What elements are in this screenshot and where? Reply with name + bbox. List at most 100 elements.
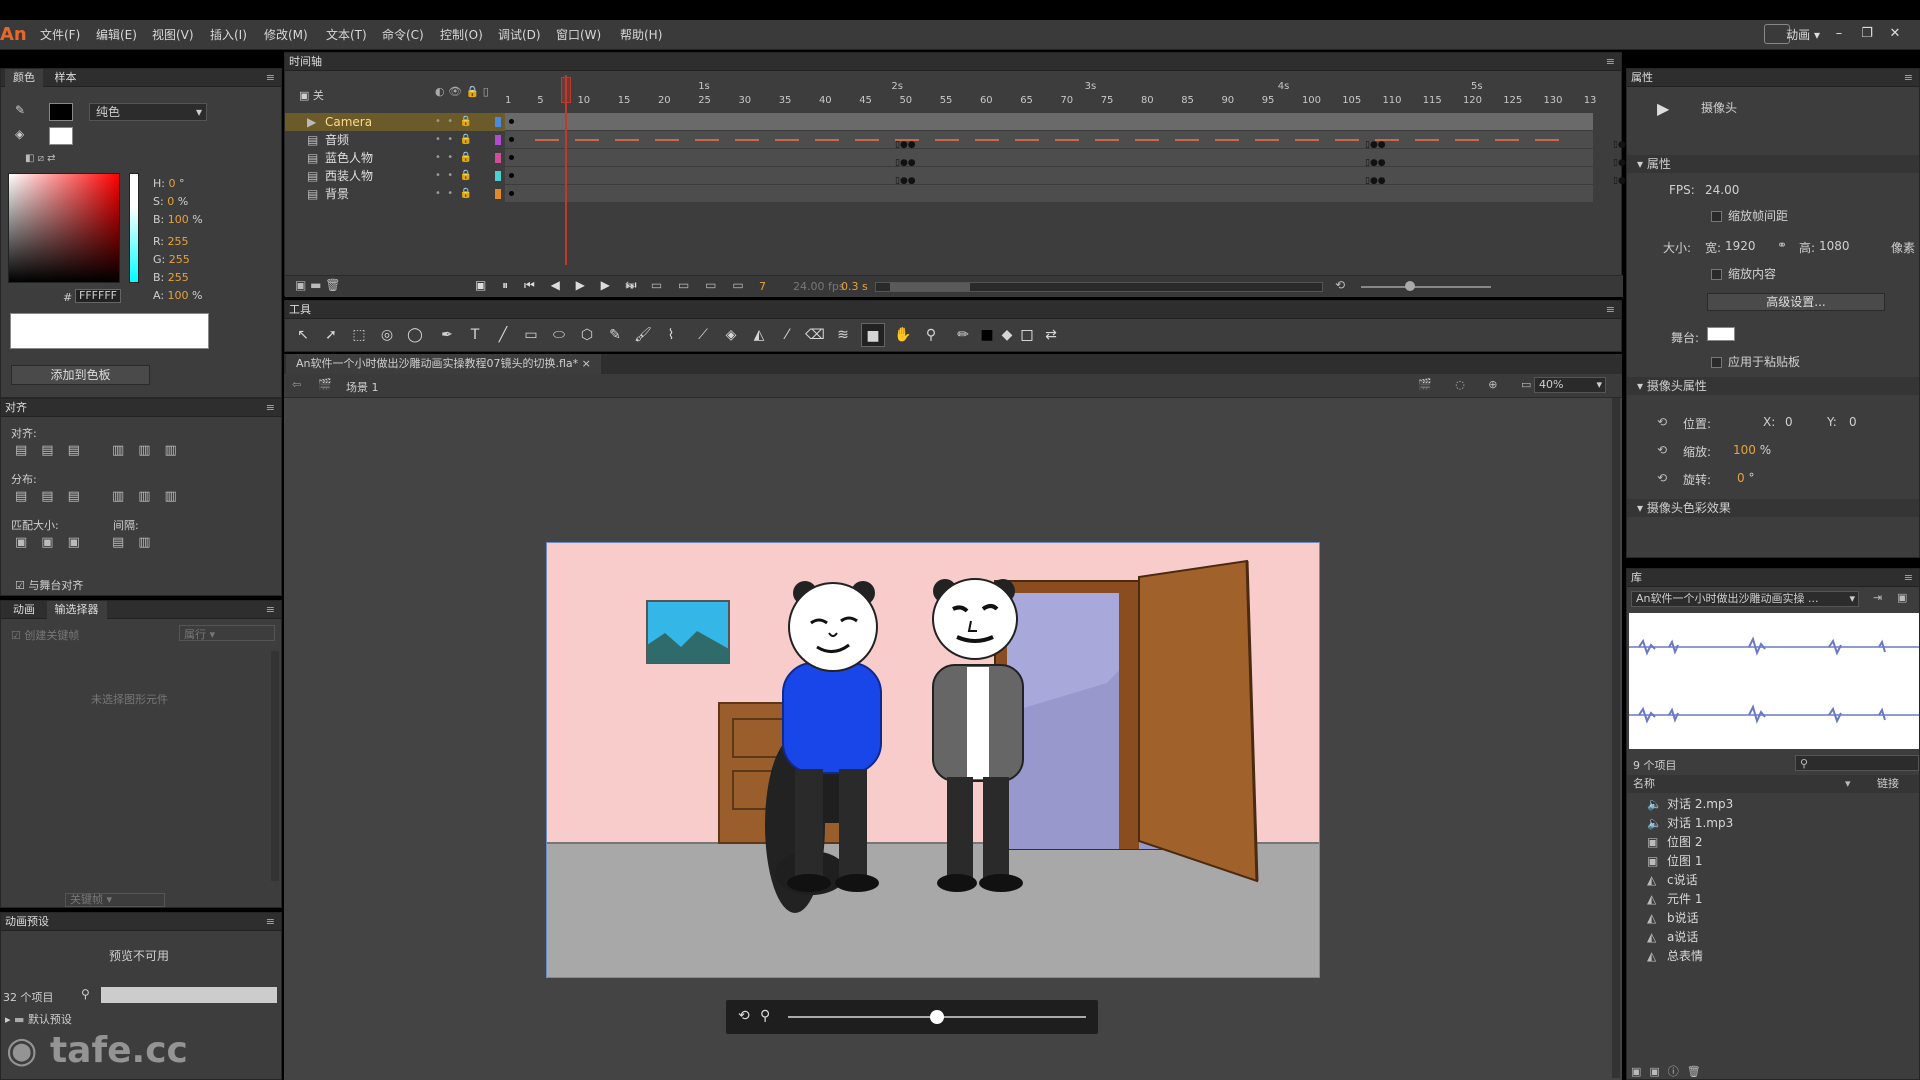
layer-flags[interactable]: • • 🔒 [435,149,472,167]
fill-color-swatch[interactable] [49,127,73,145]
advanced-settings-button[interactable]: 高级设置... [1707,293,1885,311]
tab-motion[interactable]: 动画 [5,601,43,619]
library-item[interactable]: ◭ 元件 1 [1647,890,1702,909]
reset-camera-icon[interactable]: ⟲ [738,1008,750,1024]
fill-bucket-icon[interactable]: ◈ [15,127,37,145]
rotate-value[interactable]: 0 ° [1737,471,1754,485]
menu-item-3[interactable]: 插入(I) [210,20,247,50]
workspace-switcher[interactable]: 动画 ▾ [1786,20,1820,50]
camera-tool-icon[interactable]: ■ [861,323,885,347]
pin-icon[interactable]: ⇥ [1873,591,1882,604]
camera-color-section[interactable]: ▾ 摄像头色彩效果 [1627,499,1919,517]
fps-display[interactable]: 24.00 fps [793,280,845,293]
free-transform-icon[interactable]: ⬚ [347,323,371,347]
3d-rotation-icon[interactable]: ◎ [375,323,399,347]
stroke-color-swatch[interactable] [49,103,73,121]
menu-item-1[interactable]: 编辑(E) [96,20,137,50]
layer-color-swatch[interactable] [495,171,501,181]
tab-close-icon[interactable]: × [582,357,591,370]
new-layer-icon[interactable]: ▣ ▬ 🗑 [295,278,341,292]
preset-search-input[interactable] [101,987,277,1003]
scale-content-checkbox[interactable]: 缩放内容 [1711,265,1776,282]
add-to-swatches-button[interactable]: 添加到色板 [11,365,150,385]
layer-name[interactable]: 背景 [325,185,349,203]
stage-align-checkbox[interactable]: ☑ 与舞台对齐 [15,577,83,593]
panel-menu-icon[interactable]: ≡ [1904,69,1913,87]
layer-name[interactable]: 西装人物 [325,167,373,185]
library-document-dropdown[interactable]: An软件一个小时做出沙雕动画实操 ... ▾ [1631,591,1859,607]
library-item[interactable]: 🔈 对话 1.mp3 [1647,814,1733,833]
panel-menu-icon[interactable]: ≡ [1606,301,1615,319]
panel-menu-icon[interactable]: ≡ [1606,53,1615,71]
col-link[interactable]: 链接 [1877,775,1899,793]
camera-props-section[interactable]: ▾ 摄像头属性 [1627,377,1919,395]
scene-name[interactable]: 场景 1 [346,379,379,395]
height-value[interactable]: 1080 [1819,239,1850,253]
brush-tool-icon[interactable]: 🖌 [631,323,655,347]
pencil-tool-icon[interactable]: ✎ [603,323,627,347]
layer-frames[interactable]: ▯●● ▯●● ▯●● [505,149,1634,168]
layer-row-camera[interactable]: ▶ Camera • • 🔒 [285,113,1593,131]
paint-brush-icon[interactable]: ⌇ [659,323,683,347]
close-icon[interactable]: ✕ [1884,24,1906,44]
eraser-tool-icon[interactable]: ⌫ [803,323,827,347]
panel-menu-icon[interactable]: ≡ [266,69,275,87]
layer-row-layer[interactable]: ▤ 背景 • • 🔒 [285,185,1593,203]
properties-section[interactable]: ▾ 属性 [1627,155,1919,173]
tab-filter[interactable]: 输选择器 [46,601,107,619]
library-item[interactable]: ◭ 总表情 [1647,947,1703,966]
reset-position-icon[interactable]: ⟲ [1657,415,1667,429]
zoom-tool-icon[interactable]: ⚲ [919,323,943,347]
library-item[interactable]: ◭ a说话 [1647,928,1698,947]
apply-pasteboard-checkbox[interactable]: 应用于粘贴板 [1711,353,1800,370]
hex-input[interactable]: FFFFFF [75,289,121,303]
selection-tool-icon[interactable]: ↖ [291,323,315,347]
hand-tool-icon[interactable]: ✋ [891,323,915,347]
panel-menu-icon[interactable]: ≡ [1904,569,1913,587]
reset-zoom-icon[interactable]: ⟲ [1657,443,1667,457]
bone-tool-icon[interactable]: ⟋ [691,323,715,347]
ink-bottle-icon[interactable]: ◭ [747,323,771,347]
minimize-icon[interactable]: – [1828,24,1850,44]
library-item[interactable]: ◭ b说话 [1647,909,1699,928]
loop-icon[interactable]: ⟲ [1335,278,1345,292]
zoom-value[interactable]: 100 % [1733,443,1771,457]
new-library-icon[interactable]: ▣ [1897,591,1907,604]
preset-folder[interactable]: ▸ ▬ 默认预设 [5,1011,72,1027]
link-icon[interactable]: ⚭ [1777,238,1787,252]
reset-rotation-icon[interactable]: ⟲ [1657,471,1667,485]
swap-colors-icon[interactable]: ⇄ [1039,323,1063,347]
document-tab[interactable]: An软件一个小时做出沙雕动画实操教程07镜头的切换.fla* × [286,354,601,374]
swap-colors-icon[interactable]: ◧ ⧄ ⇄ [25,153,56,164]
text-tool-icon[interactable]: T [463,323,487,347]
camera-zoom-icon[interactable]: ⚲ [760,1008,770,1024]
library-item[interactable]: ▣ 位图 2 [1647,833,1702,852]
stage-tools[interactable]: 🎬 ◌ ⊕ ▭ [1418,378,1541,391]
color-picker-field[interactable] [8,173,120,283]
menu-item-10[interactable]: 帮助(H) [620,20,662,50]
layer-frames[interactable]: ▯●● ▯●● ▯●● [505,131,1634,150]
menu-item-8[interactable]: 调试(D) [498,20,541,50]
menu-item-4[interactable]: 修改(M) [264,20,308,50]
keyframe-dropdown[interactable]: 关键帧 ▾ [65,893,165,907]
layer-row-layer[interactable]: ▤ 西装人物 • • 🔒 ▯●● ▯●● ▯●● [285,167,1634,186]
keyframe[interactable] [509,119,514,124]
match-size-buttons[interactable]: ▣▣▣ ▤▥ [15,535,165,550]
layer-frames[interactable] [505,113,1593,131]
layer-row-layer[interactable]: ▤ 蓝色人物 • • 🔒 ▯●● ▯●● ▯●● [285,149,1634,168]
camera-slider-knob[interactable] [930,1010,944,1024]
layer-color-swatch[interactable] [495,189,501,199]
layer-name[interactable]: 蓝色人物 [325,149,373,167]
layer-flags[interactable]: • • 🔒 [435,185,472,203]
layer-color-swatch[interactable] [495,117,501,127]
layer-toggle-icons[interactable]: ◐ 👁 🔒 ▯ [435,85,489,98]
library-item[interactable]: ▣ 位图 1 [1647,852,1702,871]
panel-menu-icon[interactable]: ≡ [266,601,275,619]
layer-flags[interactable]: • • 🔒 [435,113,472,131]
layer-frames[interactable]: ▯●● ▯●● ▯●● [505,167,1634,186]
menu-item-6[interactable]: 命令(C) [382,20,424,50]
scrollbar[interactable] [271,651,279,881]
property-dropdown[interactable]: 属行 ▾ [179,625,275,641]
menu-item-9[interactable]: 窗口(W) [556,20,601,50]
timeline-zoom-slider[interactable] [1361,286,1491,288]
